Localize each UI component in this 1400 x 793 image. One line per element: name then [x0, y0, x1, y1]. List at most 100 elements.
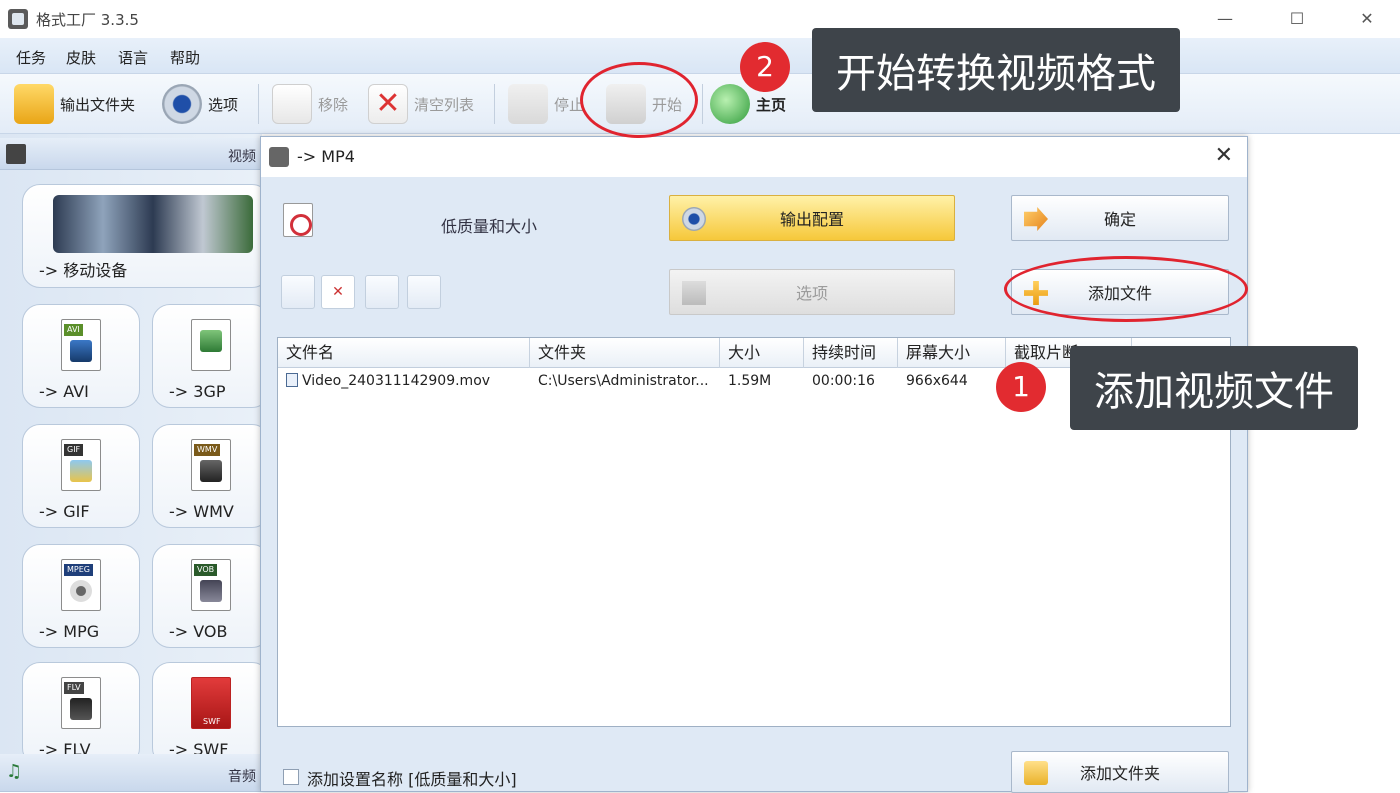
title-bar: 格式工厂 3.3.5 — ☐ ✕	[0, 0, 1400, 38]
format-label: -> AVI	[39, 382, 89, 401]
video-category-label: 视频	[228, 149, 256, 165]
step-1-badge: 1	[996, 362, 1046, 412]
format-label: -> WMV	[169, 502, 234, 521]
step-2-badge: 2	[740, 42, 790, 92]
wmv-file-icon: WMV	[191, 439, 231, 491]
cell-folder: C:\Users\Administrator...	[538, 373, 709, 389]
format-wmv[interactable]: WMV -> WMV	[152, 424, 270, 528]
column-header-duration[interactable]: 持续时间	[804, 338, 898, 368]
output-config-button[interactable]: 输出配置	[669, 195, 955, 241]
file-tag: WMV	[194, 444, 221, 456]
stop-icon	[508, 84, 548, 124]
step-1-callout: 添加视频文件	[1070, 346, 1358, 430]
output-folder-button[interactable]: 输出文件夹	[14, 80, 135, 128]
folder-add-icon	[1024, 761, 1048, 785]
format-flv[interactable]: FLV -> FLV	[22, 662, 140, 766]
options-button-disabled[interactable]: 选项	[669, 269, 955, 315]
mobile-devices-icon	[53, 195, 253, 253]
globe-icon	[710, 84, 750, 124]
quality-label: 低质量和大小	[441, 217, 538, 236]
settings-icon	[682, 207, 706, 231]
output-folder-label: 输出文件夹	[60, 95, 136, 114]
filename-text: Video_240311142909.mov	[302, 373, 491, 389]
tool-play-icon[interactable]	[365, 275, 399, 309]
menu-help[interactable]: 帮助	[170, 47, 200, 68]
vob-file-icon: VOB	[191, 559, 231, 611]
remove-label: 移除	[318, 95, 349, 114]
video-category-header[interactable]: 视频	[0, 138, 262, 170]
file-tag: AVI	[64, 324, 83, 336]
confirm-button[interactable]: 确定	[1011, 195, 1229, 241]
home-label: 主页	[756, 95, 787, 114]
window-title: 格式工厂 3.3.5	[36, 11, 139, 29]
format-3gp[interactable]: -> 3GP	[152, 304, 270, 408]
film-reel-icon	[70, 580, 92, 602]
swf-flash-icon: SWF	[191, 677, 231, 729]
app-icon	[8, 9, 28, 29]
column-header-folder[interactable]: 文件夹	[530, 338, 720, 368]
menu-task[interactable]: 任务	[16, 47, 46, 68]
clear-list-button[interactable]: ✕ 清空列表	[368, 80, 474, 128]
film-icon	[682, 281, 706, 305]
folder-icon	[14, 84, 54, 124]
file-tag: SWF	[203, 717, 221, 726]
phone-film-icon	[200, 330, 222, 352]
column-header-size[interactable]: 大小	[720, 338, 804, 368]
stop-button[interactable]: 停止	[508, 80, 584, 128]
dialog-title-bar: -> MP4 ✕	[261, 137, 1247, 177]
add-folder-label: 添加文件夹	[1079, 764, 1160, 783]
format-avi[interactable]: AVI -> AVI	[22, 304, 140, 408]
column-header-filename[interactable]: 文件名	[278, 338, 530, 368]
add-folder-button[interactable]: 添加文件夹	[1011, 751, 1229, 793]
toolbar: 输出文件夹 选项 移除 ✕ 清空列表 停止 开始 主页	[0, 74, 1400, 134]
clear-x-icon: ✕	[368, 84, 408, 124]
gear-icon	[162, 84, 202, 124]
cell-filename: Video_240311142909.mov	[278, 368, 530, 394]
options-label: 选项	[795, 284, 828, 303]
dialog-title: -> MP4	[297, 147, 355, 166]
close-button[interactable]: ✕	[1344, 6, 1390, 32]
picture-icon	[70, 460, 92, 482]
output-config-label: 输出配置	[779, 210, 844, 229]
format-label: -> 移动设备	[39, 261, 128, 280]
tool-screen-icon[interactable]	[407, 275, 441, 309]
toolbar-divider	[702, 84, 703, 124]
add-setting-name-label: 添加设置名称 [低质量和大小]	[307, 770, 517, 789]
step-2-callout: 开始转换视频格式	[812, 28, 1180, 112]
clear-list-label: 清空列表	[414, 95, 475, 114]
dialog-close-button[interactable]: ✕	[1215, 143, 1233, 168]
remove-file-icon	[272, 84, 312, 124]
format-gif[interactable]: GIF -> GIF	[22, 424, 140, 528]
3gp-file-icon	[191, 319, 231, 371]
dialog-app-icon	[269, 147, 289, 167]
format-mpg[interactable]: MPEG -> MPG	[22, 544, 140, 648]
quality-preset-icon	[283, 203, 313, 237]
gif-file-icon: GIF	[61, 439, 101, 491]
remove-button[interactable]: 移除	[272, 80, 348, 128]
maximize-button[interactable]: ☐	[1274, 6, 1320, 32]
menu-language[interactable]: 语言	[118, 47, 148, 68]
format-vob[interactable]: VOB -> VOB	[152, 544, 270, 648]
tool-output-setting[interactable]	[281, 275, 315, 309]
toolbar-divider	[494, 84, 495, 124]
format-label: -> MPG	[39, 622, 100, 641]
mpg-file-icon: MPEG	[61, 559, 101, 611]
confirm-label: 确定	[1103, 210, 1136, 229]
tool-remove-icon[interactable]: ✕	[321, 275, 355, 309]
format-label: -> GIF	[39, 502, 90, 521]
cell-size: 1.59M	[728, 373, 772, 389]
file-tag: FLV	[64, 682, 84, 694]
column-header-screen-size[interactable]: 屏幕大小	[898, 338, 1006, 368]
cell-screen-size: 966x644	[906, 373, 968, 389]
format-swf[interactable]: SWF -> SWF	[152, 662, 270, 766]
music-note-icon: ♫	[6, 761, 23, 782]
add-setting-name-checkbox[interactable]	[283, 769, 299, 785]
film-strip-icon	[70, 340, 92, 362]
cell-duration: 00:00:16	[812, 373, 875, 389]
menu-skin[interactable]: 皮肤	[66, 47, 96, 68]
audio-category-header[interactable]: ♫ 音频	[0, 754, 262, 792]
minimize-button[interactable]: —	[1202, 6, 1248, 32]
format-mobile-device[interactable]: -> 移动设备	[22, 184, 270, 288]
options-button[interactable]: 选项	[162, 80, 238, 128]
toolbar-divider	[258, 84, 259, 124]
